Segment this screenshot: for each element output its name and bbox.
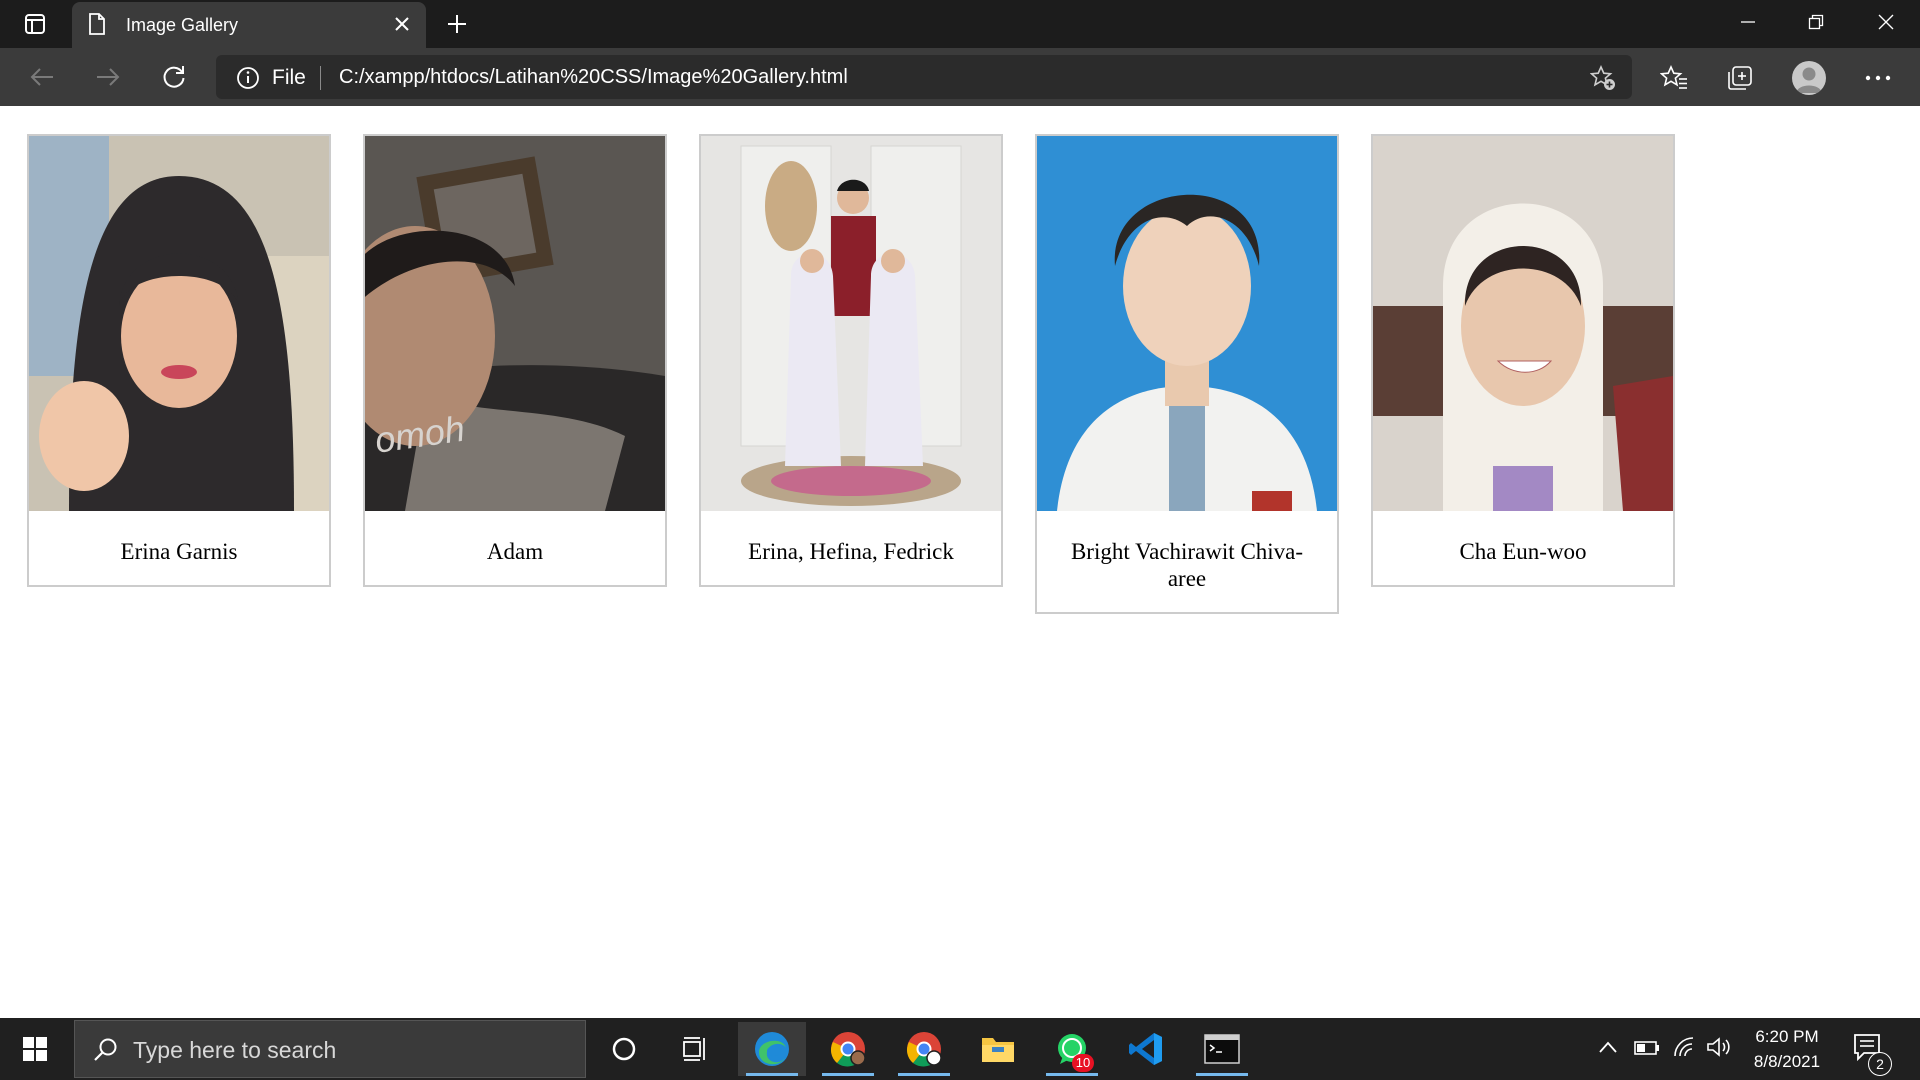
chrome-icon <box>906 1032 942 1067</box>
address-url[interactable]: C:/xampp/htdocs/Latihan%20CSS/Image%20Ga… <box>339 66 848 89</box>
refresh-icon <box>163 66 185 88</box>
taskbar-chrome-profile[interactable] <box>814 1022 882 1076</box>
gallery-card[interactable]: Erina, Hefina, Fedrick <box>699 134 1003 587</box>
notification-badge: 10 <box>1072 1054 1094 1072</box>
forward-button[interactable] <box>88 58 128 96</box>
new-tab-button[interactable] <box>440 8 474 40</box>
close-tab-icon[interactable] <box>392 14 412 34</box>
tab-actions-button[interactable] <box>12 6 58 42</box>
taskbar-edge[interactable] <box>738 1022 806 1076</box>
photo-caption: Adam <box>486 539 544 564</box>
running-indicator <box>1196 1073 1248 1076</box>
running-indicator <box>1046 1073 1098 1076</box>
cortana-icon <box>612 1037 636 1061</box>
add-favorite-icon[interactable] <box>1590 65 1616 91</box>
collections-button[interactable] <box>1722 61 1758 95</box>
collections-icon <box>1728 66 1752 90</box>
chrome-icon <box>830 1032 866 1067</box>
favorites-icon <box>1660 65 1687 89</box>
notification-count: 2 <box>1868 1052 1892 1076</box>
profile-avatar[interactable] <box>1792 61 1826 95</box>
close-window-button[interactable] <box>1852 0 1920 44</box>
user-icon <box>1796 67 1822 93</box>
task-view-button[interactable] <box>662 1022 730 1076</box>
photo-caption: Bright Vachirawit Chiva-aree <box>1070 539 1304 591</box>
browser-tab-bar: Image Gallery <box>0 0 1920 48</box>
gallery-card[interactable]: Erina Garnis <box>27 134 331 587</box>
running-indicator <box>898 1073 950 1076</box>
address-scheme: File <box>272 66 306 89</box>
minimize-icon <box>1741 21 1755 23</box>
arrow-right-icon <box>97 68 120 86</box>
taskbar-terminal[interactable] <box>1188 1022 1256 1076</box>
restore-icon <box>1808 14 1824 30</box>
arrow-left-icon <box>30 68 53 86</box>
edge-icon <box>755 1032 789 1066</box>
volume-icon[interactable] <box>1706 1036 1732 1058</box>
clock-time: 6:20 PM <box>1755 1027 1819 1046</box>
gallery-card[interactable]: omoh Adam <box>363 134 667 587</box>
refresh-button[interactable] <box>154 58 194 96</box>
portrait-image <box>29 136 329 511</box>
windows-logo-icon <box>23 1037 47 1061</box>
taskbar-file-explorer[interactable] <box>964 1022 1032 1076</box>
gallery-photo[interactable] <box>1373 136 1673 511</box>
battery-icon[interactable] <box>1634 1040 1660 1056</box>
gallery-photo[interactable] <box>29 136 329 511</box>
photo-caption: Cha Eun-woo <box>1459 539 1587 564</box>
terminal-icon <box>1204 1034 1240 1064</box>
restore-button[interactable] <box>1782 0 1850 44</box>
settings-more-button[interactable] <box>1860 61 1896 95</box>
photo-caption: Erina, Hefina, Fedrick <box>748 539 954 564</box>
gallery-card[interactable]: Bright Vachirawit Chiva-aree <box>1035 134 1339 614</box>
plus-icon <box>448 15 466 33</box>
show-hidden-icons-icon[interactable] <box>1598 1040 1618 1054</box>
gallery-card[interactable]: Cha Eun-woo <box>1371 134 1675 587</box>
photo-caption: Erina Garnis <box>120 539 238 564</box>
address-bar[interactable]: File C:/xampp/htdocs/Latihan%20CSS/Image… <box>216 55 1632 99</box>
close-icon <box>1878 14 1894 30</box>
system-clock[interactable]: 6:20 PM 8/8/2021 <box>1742 1024 1832 1074</box>
info-icon[interactable] <box>236 66 260 90</box>
portrait-image: omoh <box>365 136 665 511</box>
taskbar-vscode[interactable] <box>1112 1022 1180 1076</box>
start-button[interactable] <box>0 1018 70 1080</box>
task-view-icon <box>683 1037 705 1061</box>
wifi-icon[interactable] <box>1672 1036 1696 1058</box>
portrait-image <box>1037 136 1337 511</box>
cortana-button[interactable] <box>590 1022 658 1076</box>
clock-date: 8/8/2021 <box>1753 1052 1821 1071</box>
image-gallery: Erina Garnis omoh Adam Erina, Hefina, Fe… <box>0 106 1920 1018</box>
browser-toolbar: File C:/xampp/htdocs/Latihan%20CSS/Image… <box>0 48 1920 107</box>
group-photo-image <box>701 136 1001 511</box>
more-icon <box>1865 75 1891 81</box>
taskbar-search-box[interactable]: Type here to search <box>74 1020 586 1078</box>
vscode-icon <box>1129 1033 1162 1065</box>
tab-actions-icon <box>25 14 45 34</box>
back-button[interactable] <box>22 58 62 96</box>
address-divider <box>320 66 321 90</box>
search-placeholder: Type here to search <box>133 1037 337 1063</box>
taskbar-whatsapp[interactable]: 10 <box>1038 1022 1106 1076</box>
gallery-photo[interactable] <box>1037 136 1337 511</box>
minimize-button[interactable] <box>1714 0 1782 44</box>
tab-image-gallery[interactable]: Image Gallery <box>72 2 426 48</box>
taskbar-chrome[interactable] <box>890 1022 958 1076</box>
running-indicator <box>822 1073 874 1076</box>
gallery-photo[interactable]: omoh <box>365 136 665 511</box>
windows-taskbar: Type here to search 10 6:20 PM 8/8/2021 … <box>0 1018 1920 1080</box>
favorites-button[interactable] <box>1656 61 1692 95</box>
page-icon <box>89 13 105 35</box>
tab-title: Image Gallery <box>126 15 239 35</box>
gallery-photo[interactable] <box>701 136 1001 511</box>
active-indicator <box>746 1073 798 1076</box>
portrait-image <box>1373 136 1673 511</box>
search-icon <box>94 1038 117 1061</box>
folder-icon <box>982 1038 1014 1062</box>
